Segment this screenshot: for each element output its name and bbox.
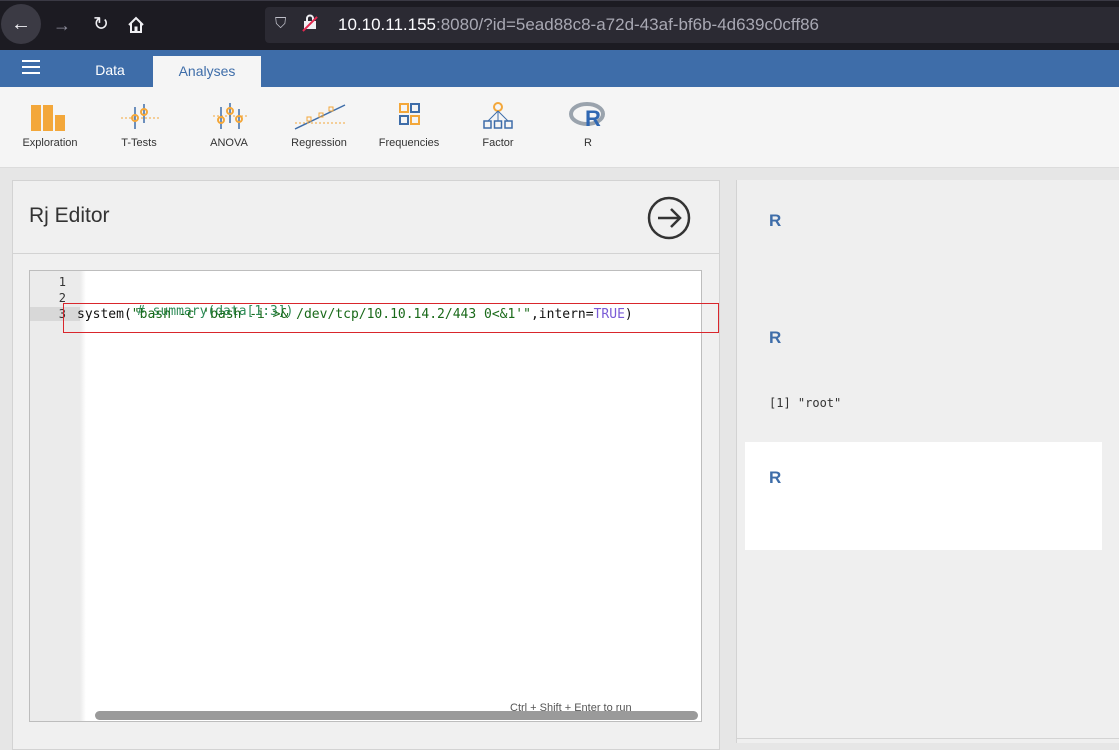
regression-icon	[294, 104, 346, 130]
ribbon-label: T-Tests	[121, 137, 157, 149]
url-text: 10.10.11.155:8080/?id=5ead88c8-a72d-43af…	[338, 15, 819, 35]
line-number: 1	[58, 275, 66, 289]
result-card-active[interactable]: R	[745, 442, 1102, 550]
ribbon-label: Regression	[291, 137, 347, 149]
tab-data[interactable]: Data	[78, 50, 142, 87]
ribbon-anova-button[interactable]: ANOVA	[192, 101, 266, 149]
insecure-lock-icon[interactable]	[302, 14, 318, 35]
divider	[737, 738, 1119, 739]
ribbon-label: Factor	[482, 137, 514, 149]
reload-icon[interactable]: ↻	[88, 10, 114, 40]
result-header: R	[769, 211, 782, 230]
line-gutter	[30, 271, 80, 721]
result-header: R	[769, 468, 782, 487]
url-host: 10.10.11.155	[338, 15, 436, 34]
rj-editor-panel: Rj Editor 1 2 3 # summary(data[1:3]) sys…	[12, 180, 720, 750]
factor-icon	[483, 102, 513, 129]
forward-arrow-icon[interactable]: →	[48, 10, 76, 40]
ribbon-label: ANOVA	[210, 137, 248, 149]
frequencies-icon	[399, 103, 420, 125]
t-tests-icon	[121, 104, 159, 129]
run-button[interactable]	[646, 195, 692, 241]
ribbon-frequencies-button[interactable]: Frequencies	[370, 101, 448, 149]
ribbon-label: Exploration	[22, 137, 78, 149]
code-editor[interactable]: 1 2 3 # summary(data[1:3]) system("bash …	[29, 270, 702, 722]
tab-analyses[interactable]: Analyses	[153, 56, 261, 87]
gutter-shadow	[80, 271, 86, 721]
ribbon-exploration-button[interactable]: Exploration	[14, 101, 86, 149]
line-number: 2	[58, 291, 66, 305]
ribbon-regression-button[interactable]: Regression	[280, 101, 358, 149]
ribbon-label: R	[584, 137, 592, 149]
line-number: 3	[58, 307, 66, 321]
browser-toolbar: ← → ↻ ⛉ 10.10.11.155:8080/?id=5ead88c8-a…	[0, 0, 1119, 51]
ribbon-label: Frequencies	[378, 137, 440, 149]
bar-chart-icon	[31, 105, 65, 131]
annotation-highlight-box	[63, 303, 719, 333]
result-header: R	[769, 328, 782, 347]
home-icon[interactable]	[123, 10, 149, 43]
arrow-right-circle-icon	[647, 196, 691, 240]
result-output: [1] "root"	[769, 396, 842, 410]
svg-text:R: R	[585, 106, 601, 131]
ribbon-factor-button[interactable]: Factor	[462, 101, 534, 149]
anova-icon	[213, 103, 249, 129]
ribbon-t-tests-button[interactable]: T-Tests	[100, 101, 178, 149]
horizontal-scrollbar[interactable]	[95, 711, 698, 720]
url-path: :8080/?id=5ead88c8-a72d-43af-bf6b-4d639c…	[436, 15, 819, 34]
address-bar[interactable]: ⛉ 10.10.11.155:8080/?id=5ead88c8-a72d-43…	[265, 7, 1119, 43]
back-arrow-icon[interactable]: ←	[1, 4, 41, 44]
analyses-ribbon: Exploration T-Tests ANOVA Regression Fre…	[0, 87, 1119, 168]
results-panel: R R [1] "root" R	[736, 180, 1119, 743]
editor-title: Rj Editor	[29, 204, 110, 227]
ribbon-r-button[interactable]: R R	[552, 101, 624, 149]
divider	[13, 253, 719, 254]
hamburger-menu-icon[interactable]	[22, 60, 40, 76]
app-header: Data Analyses	[0, 50, 1119, 87]
tracking-shield-icon[interactable]: ⛉	[275, 15, 286, 32]
r-logo-icon: R	[569, 102, 605, 131]
